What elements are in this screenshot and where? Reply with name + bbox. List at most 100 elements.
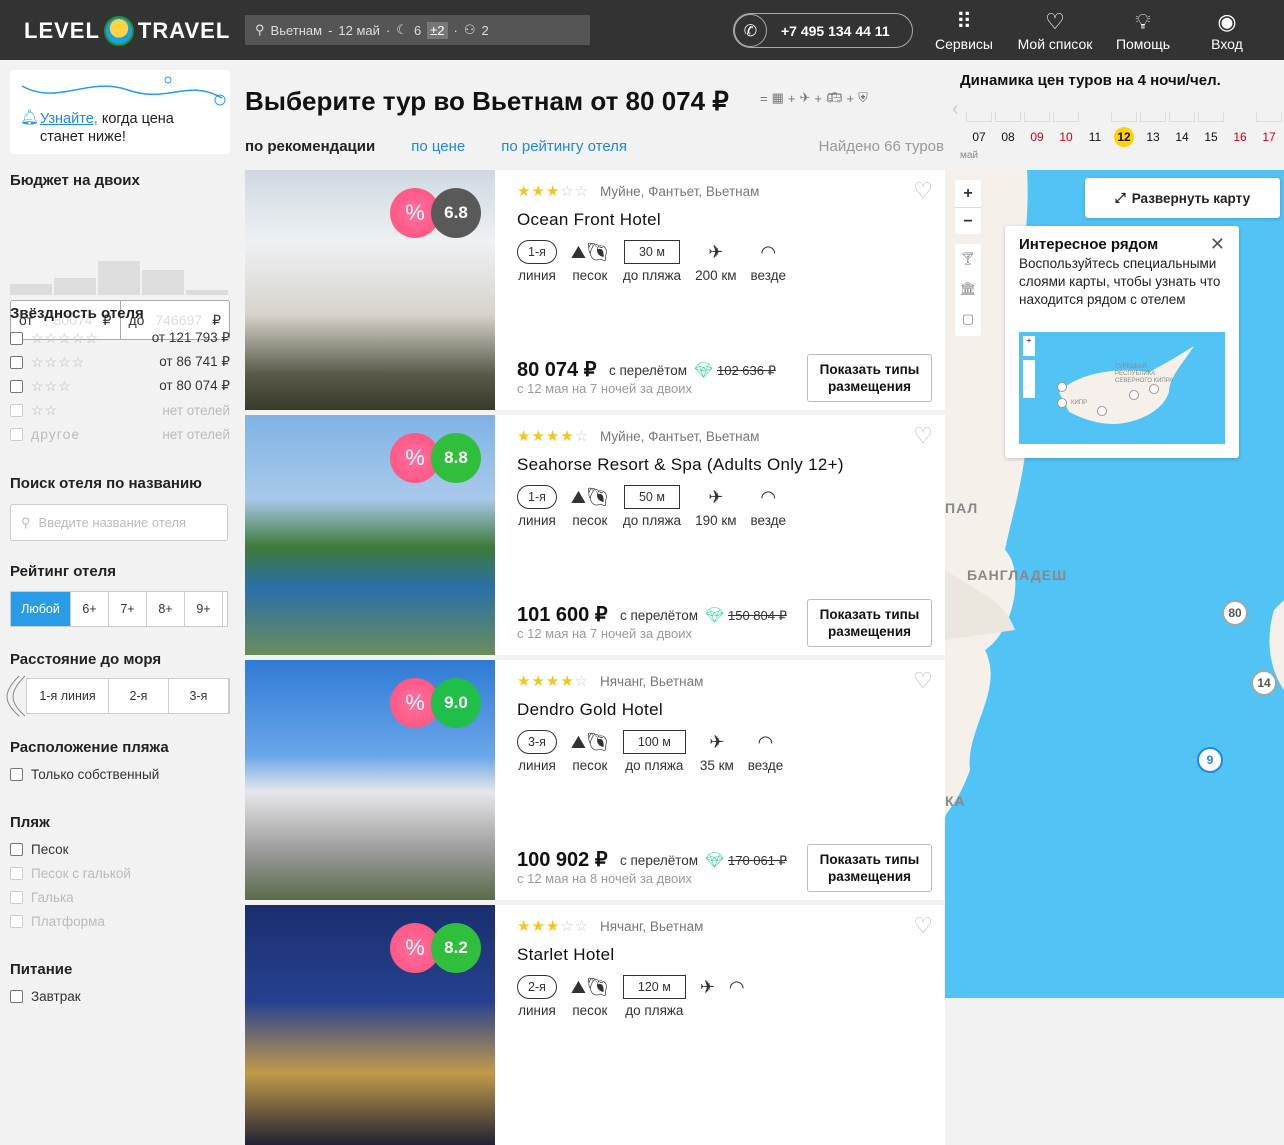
stars-filter-option[interactable]: ☆☆☆☆ от 86 741 ₽ bbox=[10, 352, 230, 372]
beach-type-info: ⛰︎🐚︎ песок bbox=[571, 730, 609, 774]
wifi-icon: ◠ bbox=[757, 731, 774, 752]
show-rooms-button[interactable]: Показать типы размещения bbox=[807, 844, 932, 892]
price-bar[interactable] bbox=[1256, 112, 1282, 122]
hotel-card[interactable]: % 8.2 ★★★☆☆ Нячанг, Вьетнам ♡ Starlet Hotel 2-… bbox=[245, 905, 945, 1145]
beach-filter-option[interactable]: Платформа bbox=[10, 911, 230, 931]
stars-icon: ☆☆☆☆☆ bbox=[31, 329, 99, 346]
calendar-day[interactable]: 07 bbox=[966, 130, 992, 144]
checkbox-box bbox=[10, 427, 23, 441]
nav-help[interactable]: 💡︎ Помощь bbox=[1103, 8, 1183, 52]
rating-option[interactable]: 9+ bbox=[185, 592, 223, 626]
mini-layers-icon bbox=[1023, 360, 1035, 398]
price-alert-banner[interactable]: 🔔︎ Узнайте, когда цена станет ниже! bbox=[10, 70, 230, 154]
beach-line-info: 1-я линия bbox=[517, 240, 557, 283]
show-rooms-button[interactable]: Показать типы размещения bbox=[807, 354, 932, 402]
calendar-day[interactable]: 11 bbox=[1082, 130, 1108, 144]
price-dynamics-title: Динамика цен туров на 4 ночи/чел. bbox=[960, 72, 1221, 89]
hotel-card[interactable]: % 6.8 ★★★☆☆ Муйне, Фантьет, Вьетнам ♡ Ocean F… bbox=[245, 170, 945, 410]
checkbox-box bbox=[10, 890, 23, 904]
favorite-heart-icon[interactable]: ♡ bbox=[913, 423, 933, 449]
hotel-card[interactable]: % 8.8 ★★★★☆ Муйне, Фантьет, Вьетнам ♡ Seahors… bbox=[245, 415, 945, 655]
rating-option[interactable]: 8+ bbox=[147, 592, 185, 626]
calendar-prev-arrow-icon[interactable]: ‹ bbox=[952, 98, 959, 121]
rating-option[interactable]: 6+ bbox=[71, 592, 109, 626]
airport-distance-info: ✈ 200 км bbox=[695, 240, 736, 284]
beach-filter-option[interactable]: Галька bbox=[10, 887, 230, 907]
stars-filter-option[interactable]: ☆☆☆ от 80 074 ₽ bbox=[10, 376, 230, 396]
hotel-name[interactable]: Ocean Front Hotel bbox=[517, 210, 661, 230]
price-bar[interactable] bbox=[1024, 112, 1050, 122]
hotel-card[interactable]: % 9.0 ★★★★☆ Нячанг, Вьетнам ♡ Dendro Gold Hot… bbox=[245, 660, 945, 900]
cocktail-layer-icon[interactable]: 🍸︎ bbox=[955, 244, 981, 274]
price-bar[interactable] bbox=[1053, 112, 1079, 122]
price-bar[interactable] bbox=[1169, 112, 1195, 122]
phone-button[interactable]: ✆ +7 495 134 44 11 bbox=[733, 13, 913, 48]
show-rooms-button[interactable]: Показать типы размещения bbox=[807, 599, 932, 647]
old-price: 170 061 ₽ bbox=[728, 853, 787, 868]
price-bar[interactable] bbox=[1140, 112, 1166, 122]
calendar-day[interactable]: 14 bbox=[1169, 130, 1195, 144]
zoom-in-button[interactable]: + bbox=[955, 180, 981, 207]
favorite-heart-icon[interactable]: ♡ bbox=[913, 178, 933, 204]
tour-search-summary[interactable]: ⚲ Вьетнам - 12 май · ☾ 6 ±2 · ⚇ 2 bbox=[245, 15, 590, 45]
beach-filter-option[interactable]: Песок bbox=[10, 839, 230, 859]
sort-price[interactable]: по цене bbox=[411, 138, 465, 155]
nav-services[interactable]: ⠿ Сервисы bbox=[924, 8, 1004, 52]
rating-option[interactable]: Любой bbox=[11, 592, 71, 626]
beach-distance-value: 30 м bbox=[623, 240, 680, 264]
mini-zoom-icon: + bbox=[1023, 336, 1035, 356]
map-pin[interactable]: 14 bbox=[1251, 670, 1277, 696]
calendar-day[interactable]: 12 bbox=[1114, 127, 1134, 147]
stars-filter-option[interactable]: ☆☆☆☆☆ от 121 793 ₽ bbox=[10, 328, 230, 348]
zoom-out-button[interactable]: − bbox=[955, 207, 981, 234]
price-bar[interactable] bbox=[1111, 112, 1137, 122]
favorite-heart-icon[interactable]: ♡ bbox=[913, 668, 933, 694]
beach-filter-option[interactable]: Песок с галькой bbox=[10, 863, 230, 883]
map-pin[interactable]: 9 bbox=[1197, 747, 1223, 773]
hotel-location: Муйне, Фантьет, Вьетнам bbox=[600, 184, 760, 199]
calendar-day[interactable]: 08 bbox=[995, 130, 1021, 144]
museum-layer-icon[interactable]: 🏛︎ bbox=[955, 274, 981, 304]
sort-recommended[interactable]: по рекомендации bbox=[245, 138, 375, 155]
shop-layer-icon[interactable]: ▢ bbox=[955, 304, 981, 334]
calendar-day[interactable]: 09 bbox=[1024, 130, 1050, 144]
expand-map-button[interactable]: ⤢ Развернуть карту bbox=[1085, 178, 1280, 218]
distance-option[interactable]: 1-я линия bbox=[27, 679, 109, 713]
stars-filter-option[interactable]: ☆☆ нет отелей bbox=[10, 400, 230, 420]
map-pin[interactable]: 80 bbox=[1222, 600, 1248, 626]
calendar-day[interactable]: 10 bbox=[1053, 130, 1079, 144]
map[interactable]: + − 🍸︎ 🏛︎ ▢ ⤢ Развернуть карту Интересное … bbox=[945, 170, 1284, 998]
logo-right-text: TRAVEL bbox=[137, 18, 231, 43]
price-bar[interactable] bbox=[1198, 112, 1224, 122]
calendar-day[interactable]: 17 bbox=[1256, 130, 1282, 144]
map-label-pal: ПАЛ bbox=[945, 500, 979, 516]
deal-badge: % 9.0 bbox=[390, 672, 500, 728]
price-alert-link[interactable]: Узнайте, bbox=[40, 111, 98, 127]
own-beach-checkbox[interactable]: Только собственный bbox=[10, 764, 230, 784]
nav-my-list[interactable]: ♡ Мой список bbox=[1015, 8, 1095, 52]
hotel-name[interactable]: Starlet Hotel bbox=[517, 945, 614, 965]
breakfast-checkbox[interactable]: Завтрак bbox=[10, 986, 230, 1006]
calendar-day[interactable]: 15 bbox=[1198, 130, 1224, 144]
calendar-day[interactable]: 13 bbox=[1140, 130, 1166, 144]
popup-text: Воспользуйтесь специальными слоями карты… bbox=[1019, 256, 1221, 307]
hotel-location: Нячанг, Вьетнам bbox=[600, 919, 704, 934]
nav-login[interactable]: ◉ Вход bbox=[1187, 8, 1267, 52]
hotel-search-input[interactable]: ⚲ Введите название отеля bbox=[10, 504, 228, 541]
checkbox-label: Песок с галькой bbox=[31, 865, 131, 881]
hotel-name[interactable]: Seahorse Resort & Spa (Adults Only 12+) bbox=[517, 455, 844, 475]
rating-option[interactable]: 7+ bbox=[109, 592, 147, 626]
budget-to-value: 746697 bbox=[155, 312, 203, 328]
distance-option[interactable]: 2-я bbox=[109, 679, 169, 713]
close-icon[interactable]: ✕ bbox=[1210, 234, 1225, 255]
distance-option[interactable]: 3-я bbox=[169, 679, 229, 713]
logo[interactable]: LEVEL TRAVEL bbox=[24, 16, 230, 46]
price-bar[interactable] bbox=[995, 112, 1021, 122]
hotel-name[interactable]: Dendro Gold Hotel bbox=[517, 700, 663, 720]
favorite-heart-icon[interactable]: ♡ bbox=[913, 913, 933, 939]
sort-rating[interactable]: по рейтингу отеля bbox=[501, 138, 627, 155]
calendar-day[interactable]: 16 bbox=[1227, 130, 1253, 144]
price-bar[interactable] bbox=[966, 112, 992, 122]
stars-filter-option[interactable]: другое нет отелей bbox=[10, 424, 230, 444]
stars-price: нет отелей bbox=[162, 426, 230, 442]
